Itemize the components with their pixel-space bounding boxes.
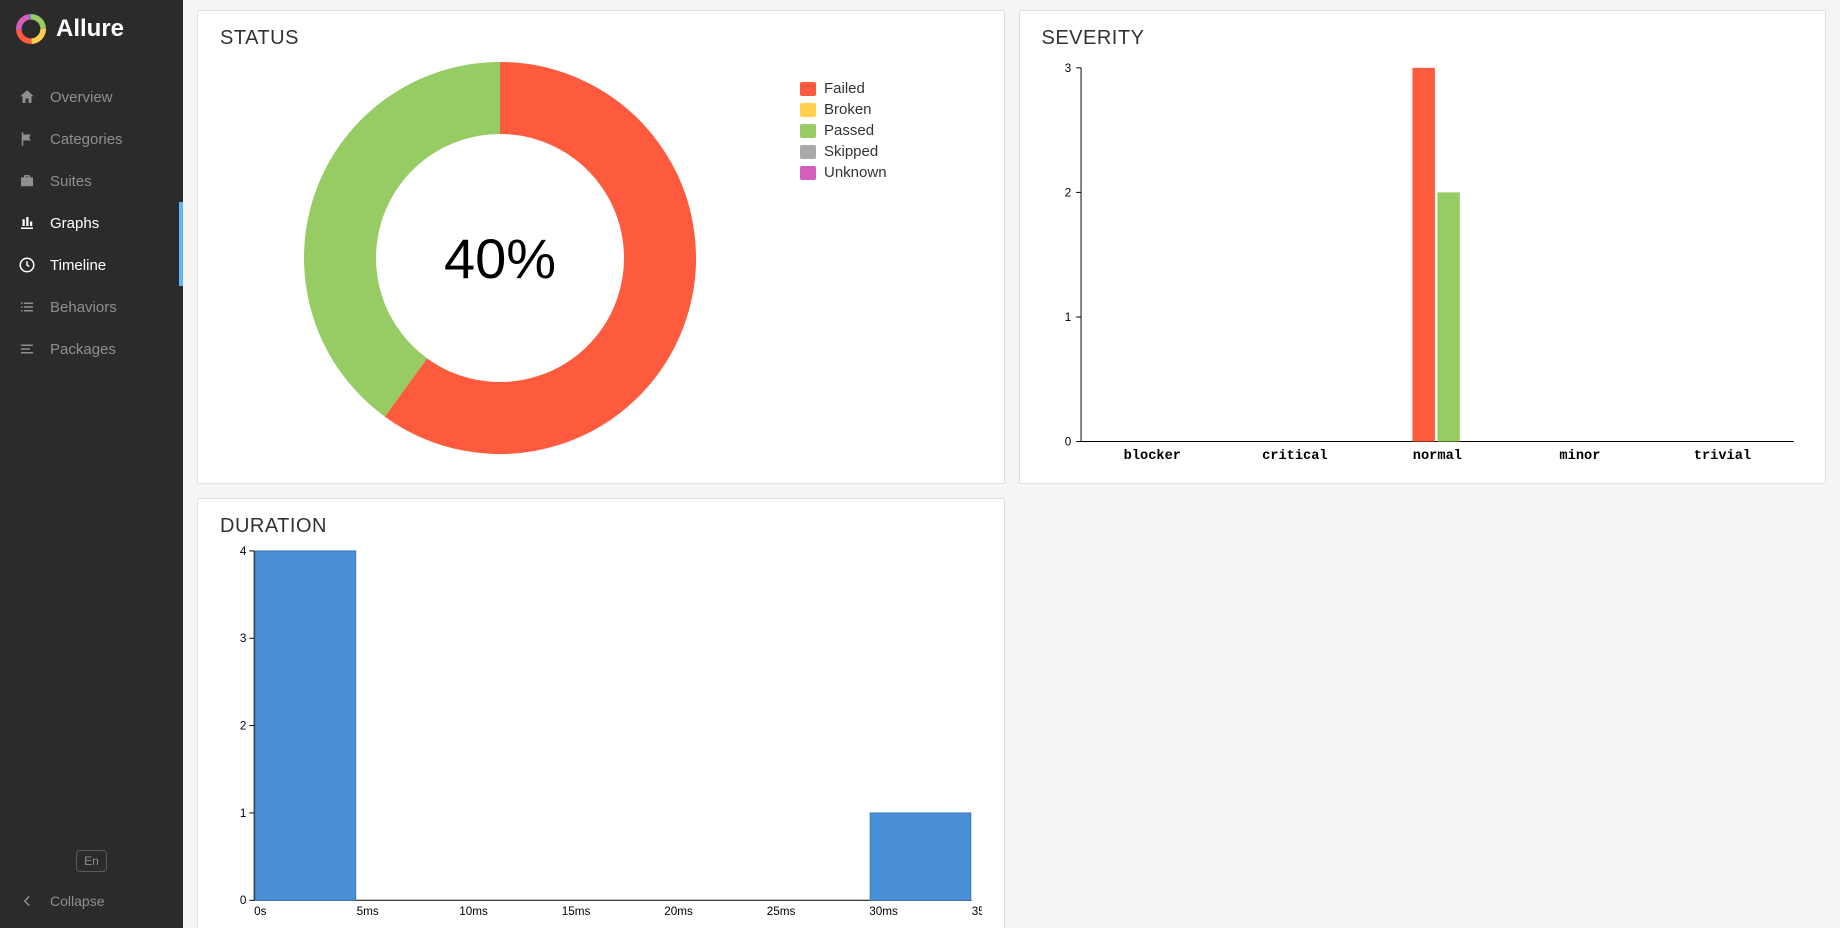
briefcase-icon: [18, 172, 36, 190]
brand[interactable]: Allure: [0, 0, 183, 62]
list-icon: [18, 298, 36, 316]
svg-text:0: 0: [1064, 435, 1071, 448]
sidebar-item-packages[interactable]: Packages: [0, 328, 183, 370]
status-card: STATUS 40% Failed Broken Passed Skipped Unkn…: [197, 10, 1005, 484]
severity-card: SEVERITY 0 1 2 3 blocker critical normal minor t…: [1019, 10, 1827, 484]
legend-item[interactable]: Skipped: [800, 143, 887, 160]
svg-text:2: 2: [1064, 186, 1071, 199]
language-button[interactable]: En: [76, 850, 107, 872]
severity-bar-chart[interactable]: 0 1 2 3 blocker critical normal minor trivial: [1042, 58, 1804, 471]
duration-card: DURATION 0 1 2 3 4 0s 5ms 10ms 15ms 20ms 25ms 30ms 3…: [197, 498, 1005, 928]
legend-label: Broken: [824, 101, 872, 118]
brand-title: Allure: [56, 15, 124, 43]
legend-item[interactable]: Failed: [800, 80, 887, 97]
status-legend: Failed Broken Passed Skipped Unknown: [800, 80, 887, 181]
svg-text:15ms: 15ms: [562, 905, 591, 918]
svg-text:normal: normal: [1412, 448, 1461, 464]
legend-swatch-icon: [800, 145, 816, 159]
sidebar-item-categories[interactable]: Categories: [0, 118, 183, 160]
collapse-button[interactable]: Collapse: [18, 884, 165, 918]
bar-chart-icon: [18, 214, 36, 232]
sidebar-item-timeline[interactable]: Timeline: [0, 244, 183, 286]
svg-text:5ms: 5ms: [357, 905, 379, 918]
nav-label: Overview: [50, 89, 113, 106]
status-percent: 40%: [300, 58, 700, 458]
nav-label: Categories: [50, 131, 123, 148]
svg-text:35ms: 35ms: [972, 905, 982, 918]
nav-label: Graphs: [50, 215, 99, 232]
nav-label: Suites: [50, 173, 92, 190]
svg-text:trivial: trivial: [1693, 448, 1750, 464]
legend-label: Passed: [824, 122, 874, 139]
sidebar: Allure Overview Categories Suites Graphs: [0, 0, 183, 928]
legend-label: Skipped: [824, 143, 878, 160]
severity-title: SEVERITY: [1042, 27, 1804, 50]
allure-logo-icon: [16, 14, 46, 44]
legend-swatch-icon: [800, 166, 816, 180]
svg-text:25ms: 25ms: [767, 905, 796, 918]
status-title: STATUS: [220, 27, 982, 50]
svg-text:1: 1: [240, 807, 247, 820]
main-content: STATUS 40% Failed Broken Passed Skipped Unkn…: [183, 0, 1840, 928]
legend-item[interactable]: Passed: [800, 122, 887, 139]
legend-swatch-icon: [800, 82, 816, 96]
svg-text:20ms: 20ms: [664, 905, 693, 918]
sidebar-footer: En Collapse: [0, 850, 183, 928]
sidebar-item-suites[interactable]: Suites: [0, 160, 183, 202]
sidebar-item-behaviors[interactable]: Behaviors: [0, 286, 183, 328]
home-icon: [18, 88, 36, 106]
nav-label: Timeline: [50, 257, 106, 274]
svg-text:30ms: 30ms: [869, 905, 898, 918]
flag-icon: [18, 130, 36, 148]
duration-bar-chart[interactable]: 0 1 2 3 4 0s 5ms 10ms 15ms 20ms 25ms 30ms 35ms: [220, 546, 982, 920]
svg-text:blocker: blocker: [1123, 448, 1180, 464]
clock-icon: [18, 256, 36, 274]
svg-text:0s: 0s: [254, 905, 266, 918]
legend-label: Unknown: [824, 164, 887, 181]
nav-label: Packages: [50, 341, 116, 358]
collapse-label: Collapse: [50, 893, 104, 909]
nav-label: Behaviors: [50, 299, 117, 316]
legend-item[interactable]: Unknown: [800, 164, 887, 181]
sidebar-item-graphs[interactable]: Graphs: [0, 202, 183, 244]
svg-text:3: 3: [240, 632, 247, 645]
chevron-left-icon: [18, 892, 36, 910]
svg-text:10ms: 10ms: [459, 905, 488, 918]
svg-text:2: 2: [240, 720, 247, 733]
legend-label: Failed: [824, 80, 865, 97]
svg-text:1: 1: [1064, 311, 1071, 324]
svg-text:0: 0: [240, 894, 247, 907]
legend-swatch-icon: [800, 103, 816, 117]
nav: Overview Categories Suites Graphs Timeli…: [0, 62, 183, 370]
sidebar-item-overview[interactable]: Overview: [0, 76, 183, 118]
legend-item[interactable]: Broken: [800, 101, 887, 118]
svg-text:4: 4: [240, 546, 247, 558]
legend-swatch-icon: [800, 124, 816, 138]
svg-text:critical: critical: [1262, 448, 1328, 464]
svg-text:3: 3: [1064, 62, 1071, 75]
align-left-icon: [18, 340, 36, 358]
duration-title: DURATION: [220, 515, 982, 538]
status-donut-chart[interactable]: 40%: [300, 58, 700, 458]
svg-text:minor: minor: [1559, 448, 1600, 464]
